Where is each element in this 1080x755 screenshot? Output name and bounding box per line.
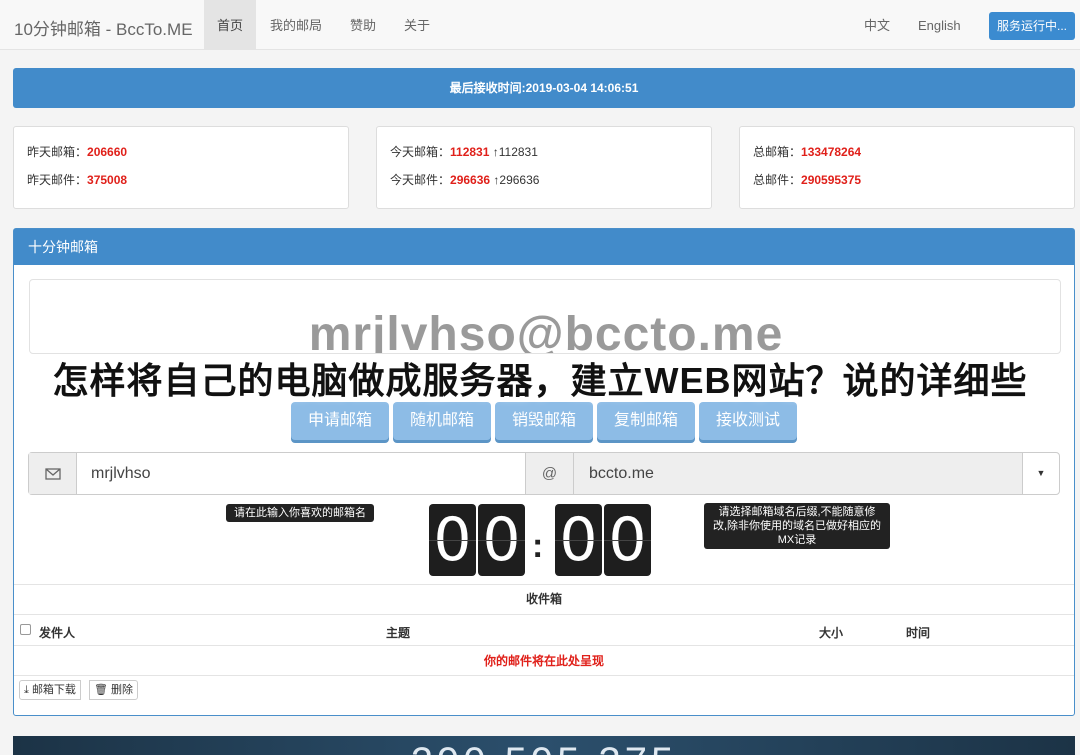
inbox-caption: 收件箱 bbox=[14, 584, 1074, 612]
nav-my-mailbox[interactable]: 我的邮局 bbox=[257, 0, 335, 50]
chevron-down-icon[interactable]: ▼ bbox=[1022, 453, 1059, 494]
trash-icon: 🗑 bbox=[94, 684, 108, 696]
stats-yesterday: 昨天邮箱：206660 昨天邮件：375008 bbox=[13, 126, 349, 209]
col-size: 大小 bbox=[819, 626, 844, 640]
col-time: 时间 bbox=[906, 626, 931, 640]
username-input[interactable]: mrjlvhso bbox=[91, 453, 151, 494]
timer-second-ones: 0 bbox=[604, 504, 651, 576]
col-subject: 主题 bbox=[386, 626, 411, 640]
timer-minute-tens: 0 bbox=[429, 504, 476, 576]
copy-mailbox-button[interactable]: 复制邮箱 bbox=[597, 402, 695, 440]
inbox-empty-message: 你的邮件将在此处呈现 bbox=[14, 646, 1074, 676]
timer-separator: : bbox=[532, 527, 544, 565]
download-icon: ⤓ bbox=[24, 684, 29, 696]
destroy-mailbox-button[interactable]: 销毁邮箱 bbox=[495, 402, 593, 440]
stat-total-mailbox: 总邮箱：133478264 bbox=[753, 145, 862, 159]
timer-minute-ones: 0 bbox=[478, 504, 525, 576]
apply-mailbox-button[interactable]: 申请邮箱 bbox=[291, 402, 389, 440]
delete-button[interactable]: 🗑 删除 bbox=[89, 680, 139, 700]
lang-chinese[interactable]: 中文 bbox=[851, 0, 903, 50]
stat-yesterday-mail: 昨天邮件：375008 bbox=[27, 173, 128, 187]
username-tooltip: 请在此输入你喜欢的邮箱名 bbox=[226, 504, 374, 522]
stat-today-mailbox: 今天邮箱：112831 ↑112831 bbox=[390, 145, 538, 159]
last-received-bar: 最后接收时间:2019-03-04 14:06:51 bbox=[13, 68, 1075, 108]
address-input-group: mrjlvhso @ bccto.me ▼ bbox=[28, 452, 1060, 495]
top-navbar: 10分钟邮箱 - BccTo.ME 首页 我的邮局 赞助 关于 中文 Engli… bbox=[0, 0, 1080, 50]
envelope-icon bbox=[29, 453, 77, 494]
bottom-counter: 290 595 375 bbox=[13, 742, 1075, 755]
overlay-title: 怎样将自己的电脑做成服务器，建立WEB网站？说的详细些 bbox=[52, 360, 1028, 401]
timer-second-tens: 0 bbox=[555, 504, 602, 576]
random-mailbox-button[interactable]: 随机邮箱 bbox=[393, 402, 491, 440]
download-mailbox-button[interactable]: ⤓ 邮箱下载 bbox=[19, 680, 81, 700]
stats-total: 总邮箱：133478264 总邮件：290595375 bbox=[739, 126, 1075, 209]
col-sender: 发件人 bbox=[39, 626, 76, 640]
bottom-counter-banner: 290 595 375 bbox=[13, 736, 1075, 755]
stat-yesterday-mailbox: 昨天邮箱：206660 bbox=[27, 145, 128, 159]
brand-title[interactable]: 10分钟邮箱 - BccTo.ME bbox=[14, 15, 193, 40]
at-sign: @ bbox=[525, 453, 574, 494]
current-address: mrjlvhso@bccto.me bbox=[308, 308, 784, 354]
nav-about[interactable]: 关于 bbox=[391, 0, 443, 50]
select-all-checkbox[interactable] bbox=[20, 624, 31, 635]
panel-title: 十分钟邮箱 bbox=[14, 229, 1074, 265]
service-status-button[interactable]: 服务运行中... bbox=[989, 12, 1075, 40]
stat-total-mail: 总邮件：290595375 bbox=[753, 173, 862, 187]
nav-home[interactable]: 首页 bbox=[204, 0, 257, 50]
domain-value[interactable]: bccto.me bbox=[589, 453, 654, 494]
domain-tooltip: 请选择邮箱域名后缀,不能随意修 改,除非你使用的域名已做好相应的 MX记录 bbox=[704, 503, 890, 549]
receive-test-button[interactable]: 接收测试 bbox=[699, 402, 797, 440]
lang-english[interactable]: English bbox=[905, 0, 974, 50]
inbox-header-row: 发件人 主题 大小 时间 bbox=[14, 614, 1074, 646]
nav-sponsor[interactable]: 赞助 bbox=[337, 0, 389, 50]
stats-today: 今天邮箱：112831 ↑112831 今天邮件：296636 ↑296636 bbox=[376, 126, 712, 209]
current-address-display[interactable]: mrjlvhso@bccto.me bbox=[29, 279, 1061, 354]
stat-today-mail: 今天邮件：296636 ↑296636 bbox=[390, 173, 540, 187]
